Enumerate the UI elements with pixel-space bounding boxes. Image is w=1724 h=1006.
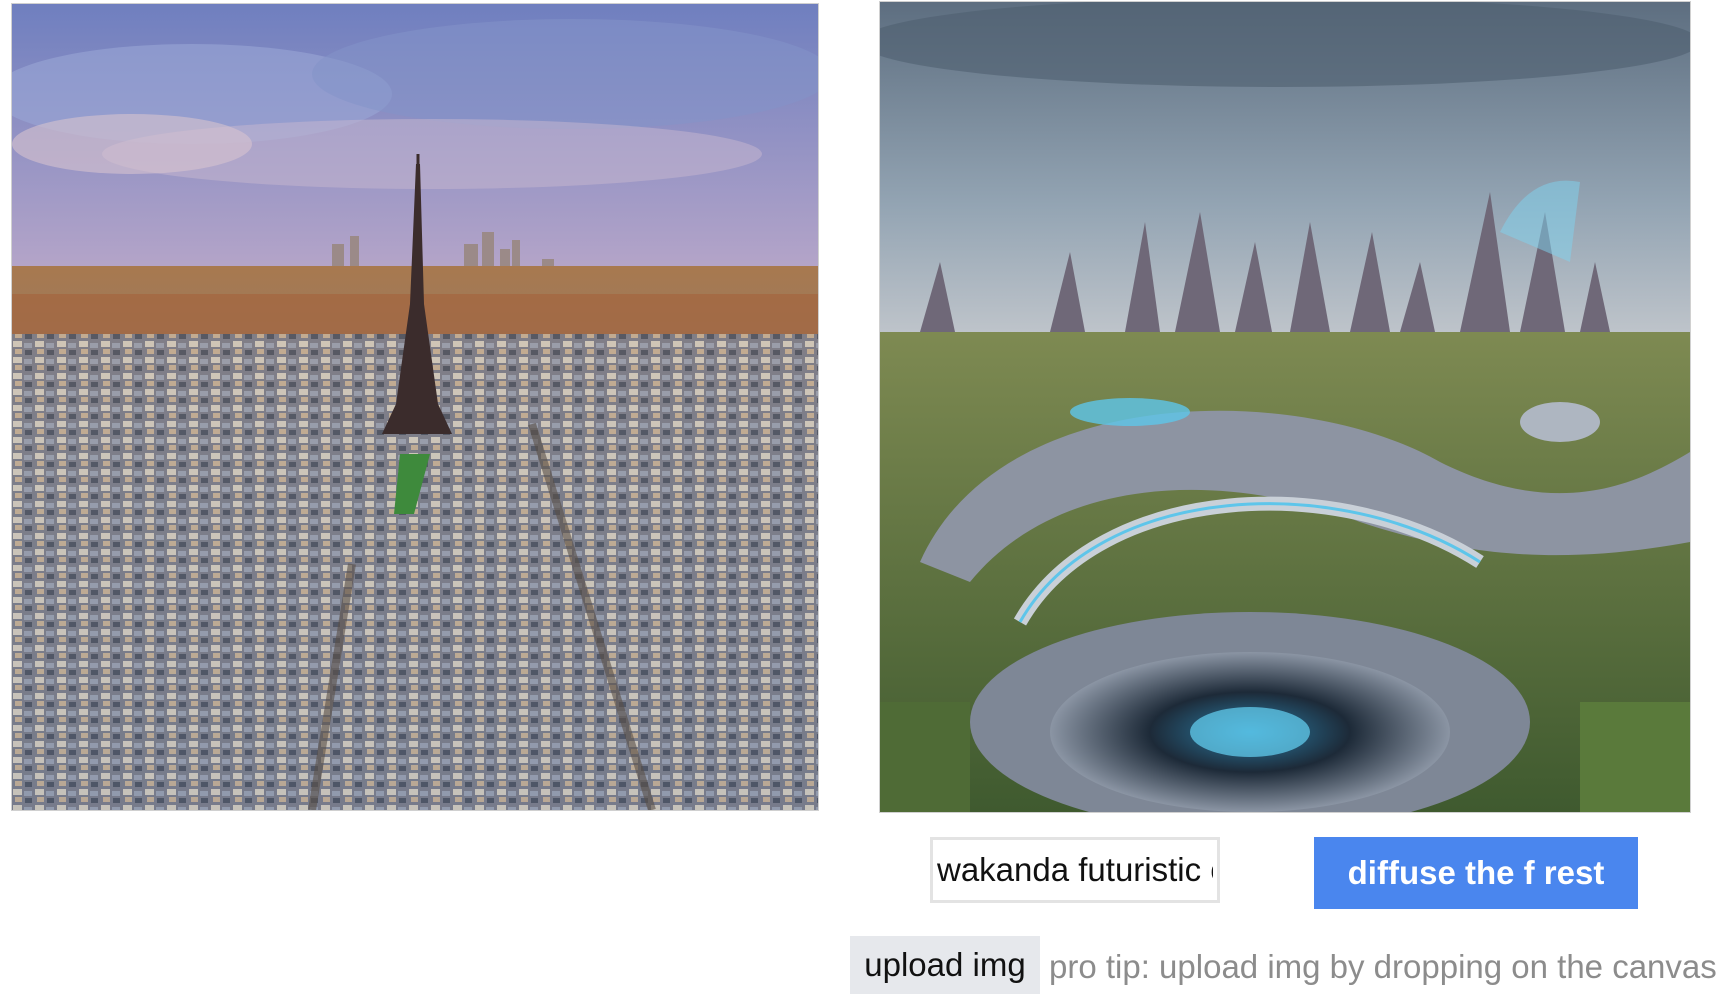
pro-tip-text: pro tip: upload img by dropping on the c… xyxy=(1049,948,1717,985)
diffuse-button[interactable]: diffuse the f rest xyxy=(1314,837,1638,909)
prompt-controls: diffuse the f rest xyxy=(930,835,1640,909)
paris-aerial-image xyxy=(12,4,818,810)
input-image-canvas[interactable] xyxy=(11,3,819,811)
output-image-canvas[interactable] xyxy=(879,1,1691,813)
prompt-input[interactable] xyxy=(930,837,1220,903)
upload-image-button[interactable]: upload img xyxy=(850,936,1040,994)
upload-row: upload img pro tip: upload img by droppi… xyxy=(850,936,1720,996)
futuristic-city-image xyxy=(880,2,1690,812)
